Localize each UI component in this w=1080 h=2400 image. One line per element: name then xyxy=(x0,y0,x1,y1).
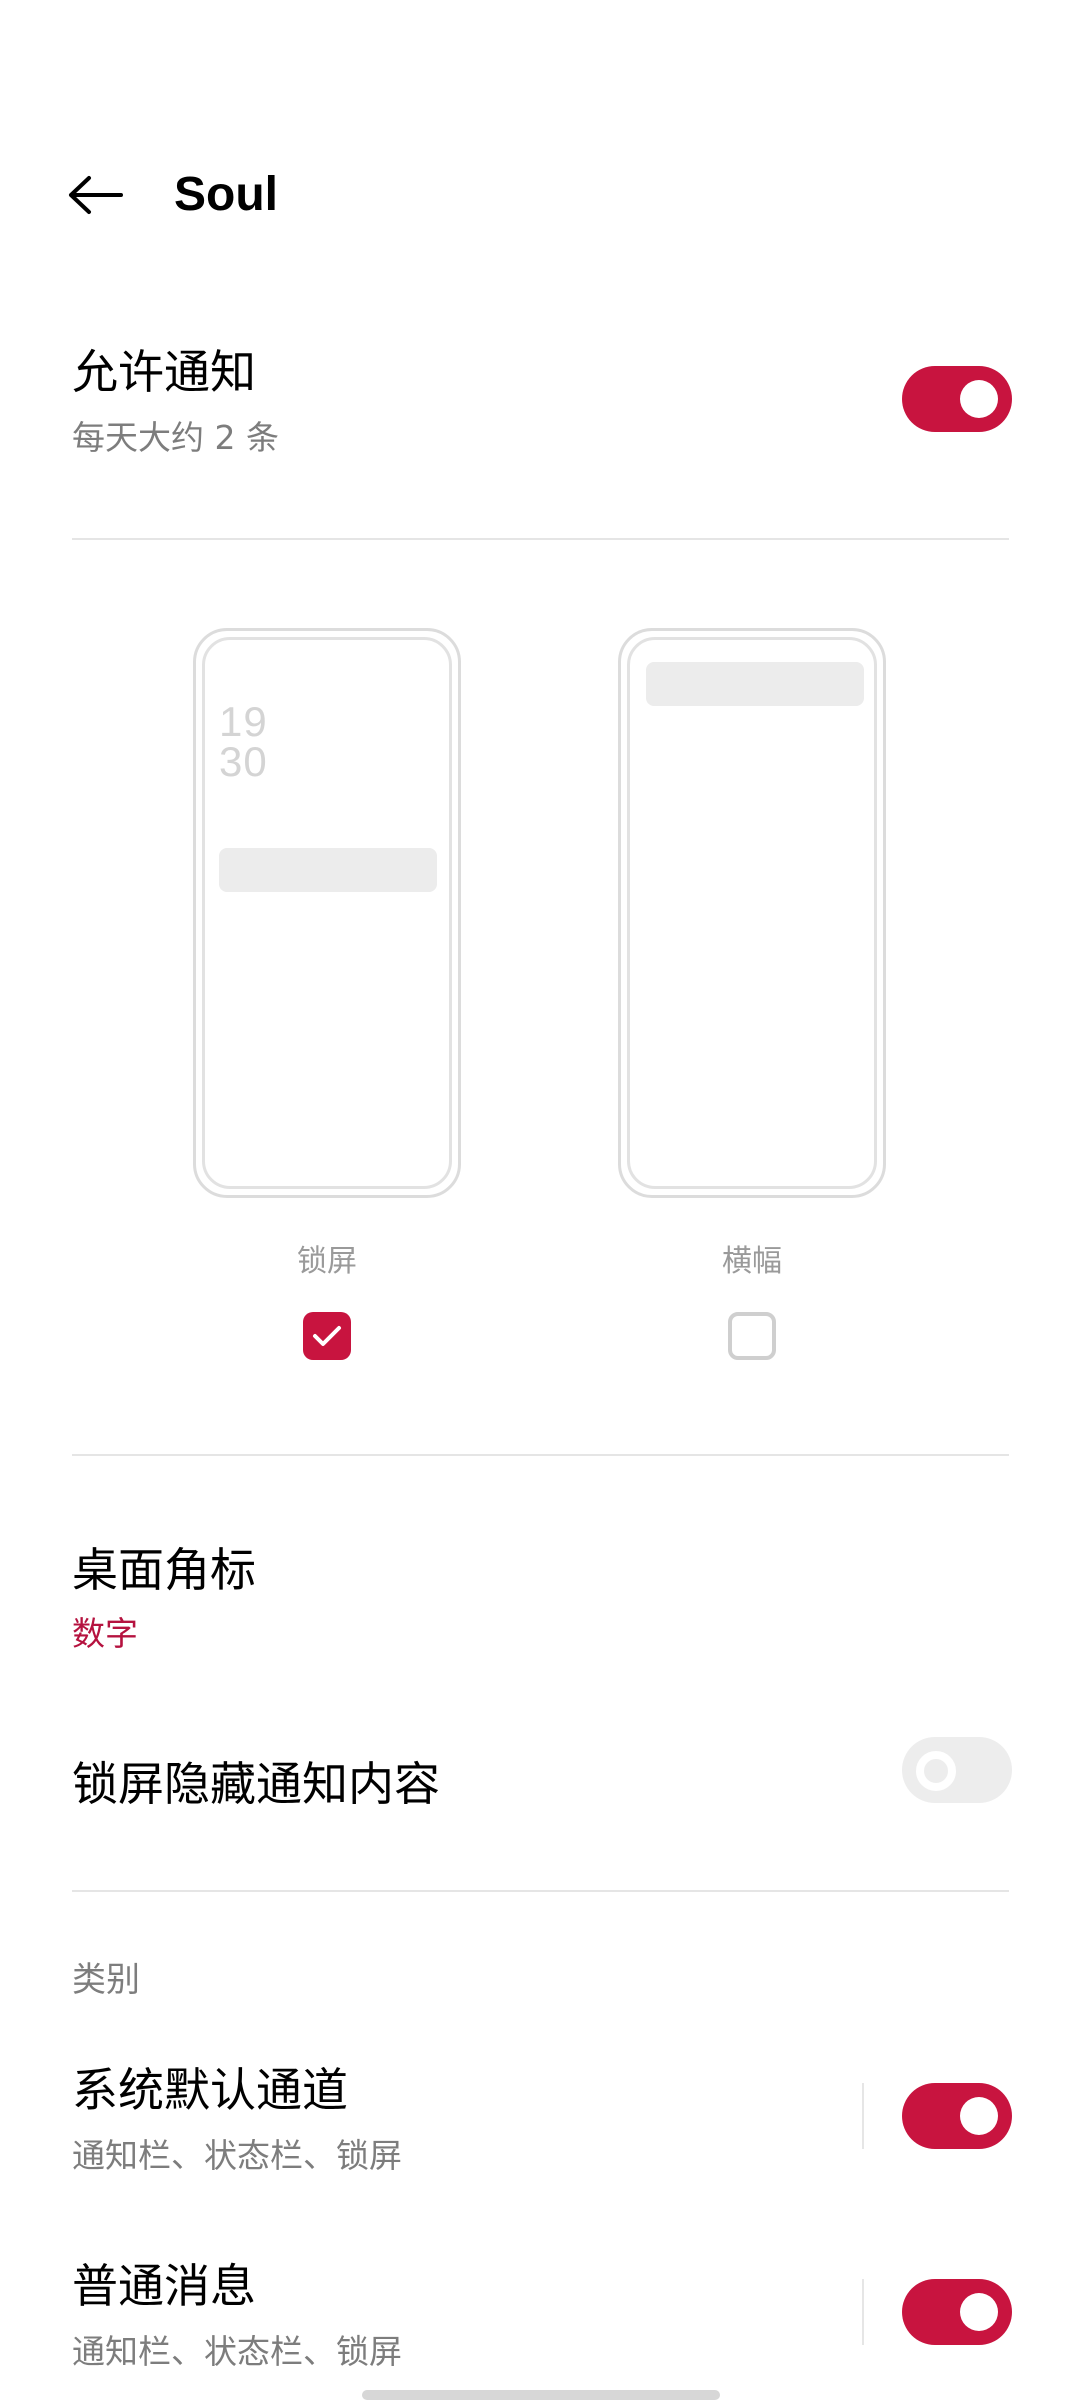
toggle-knob xyxy=(960,380,998,418)
hide-lock-content-toggle[interactable] xyxy=(902,1737,1012,1803)
banner-placeholder xyxy=(646,662,864,706)
lock-screen-checkbox[interactable] xyxy=(303,1312,351,1360)
category-row[interactable]: 普通消息 通知栏、状态栏、锁屏 xyxy=(0,2246,1080,2396)
allow-notifications-row[interactable]: 允许通知 每天大约 2 条 xyxy=(0,330,1080,480)
phone-screen: 19 30 xyxy=(202,637,452,1189)
allow-notifications-title: 允许通知 xyxy=(72,345,256,399)
banner-checkbox[interactable] xyxy=(728,1312,776,1360)
toggle-knob xyxy=(960,2293,998,2331)
vertical-separator xyxy=(862,2083,864,2149)
category-row[interactable]: 系统默认通道 通知栏、状态栏、锁屏 xyxy=(0,2050,1080,2200)
banner-label: 横幅 xyxy=(722,1244,782,1279)
app-badge-title: 桌面角标 xyxy=(72,1543,256,1597)
lock-time-hour: 19 xyxy=(219,698,268,745)
notification-placeholder xyxy=(219,848,437,892)
divider xyxy=(72,538,1009,540)
lock-time-minute: 30 xyxy=(219,738,268,785)
allow-notifications-toggle[interactable] xyxy=(902,366,1012,432)
page-title: Soul xyxy=(174,168,278,221)
back-button[interactable] xyxy=(60,160,130,230)
categories-header: 类别 xyxy=(72,1960,140,2000)
app-badge-row[interactable]: 桌面角标 数字 xyxy=(0,1526,1080,1676)
divider xyxy=(72,1890,1009,1892)
category-toggle[interactable] xyxy=(902,2279,1012,2345)
category-subtitle: 通知栏、状态栏、锁屏 xyxy=(72,2136,402,2175)
category-subtitle: 通知栏、状态栏、锁屏 xyxy=(72,2332,402,2371)
banner-preview[interactable] xyxy=(618,628,886,1198)
app-badge-value: 数字 xyxy=(72,1614,138,1653)
category-title: 系统默认通道 xyxy=(72,2063,348,2117)
phone-screen xyxy=(627,637,877,1189)
vertical-separator xyxy=(862,2279,864,2345)
hide-lock-content-title: 锁屏隐藏通知内容 xyxy=(72,1757,440,1811)
allow-notifications-subtitle: 每天大约 2 条 xyxy=(72,418,279,457)
toggle-knob xyxy=(960,2097,998,2135)
divider xyxy=(72,1454,1009,1456)
hide-lock-content-row[interactable]: 锁屏隐藏通知内容 xyxy=(0,1730,1080,1840)
lock-screen-label: 锁屏 xyxy=(297,1244,357,1279)
check-icon xyxy=(313,1326,341,1346)
toggle-knob xyxy=(916,1751,956,1791)
category-toggle[interactable] xyxy=(902,2083,1012,2149)
lock-screen-preview[interactable]: 19 30 xyxy=(193,628,461,1198)
back-arrow-icon xyxy=(69,176,123,214)
home-indicator[interactable] xyxy=(362,2390,720,2400)
category-title: 普通消息 xyxy=(72,2259,256,2313)
